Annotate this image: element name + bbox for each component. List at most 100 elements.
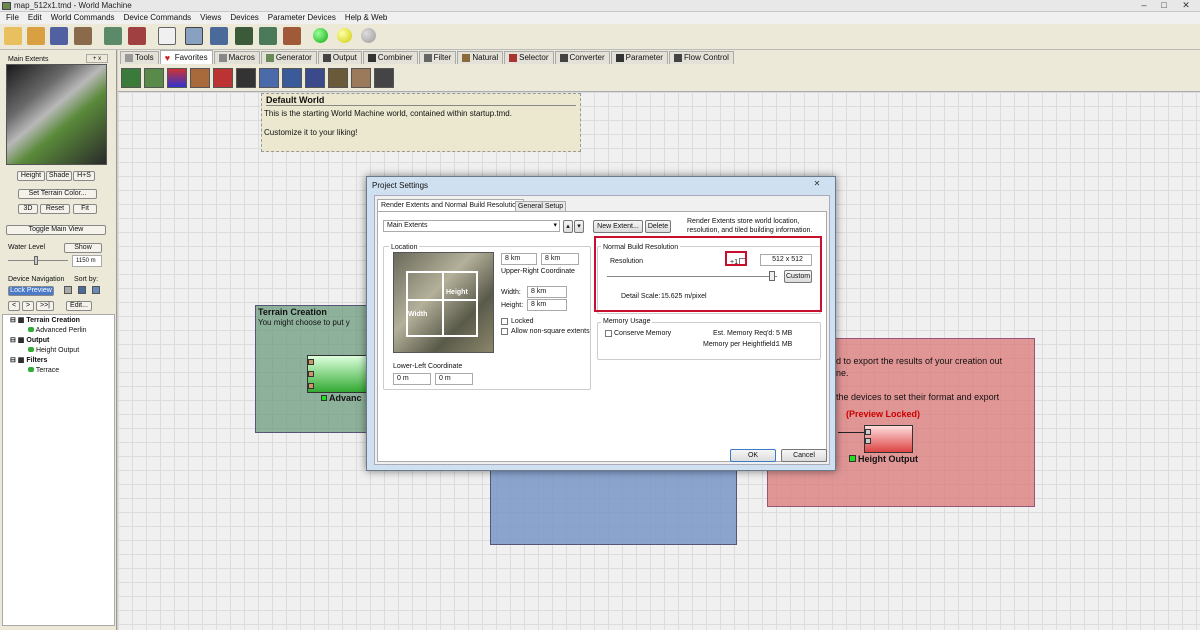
device-icon[interactable] [167,68,187,88]
slider-thumb[interactable] [34,256,38,265]
device-icon[interactable] [282,68,302,88]
upper-right-y[interactable]: 8 km [541,253,579,265]
nav-last-button[interactable]: >>| [36,301,54,311]
fit-button[interactable]: Fit [73,204,97,214]
tree-group-output[interactable]: ⊟ ▦ Output [2,336,114,346]
menu-device-commands[interactable]: Device Commands [124,12,192,24]
menu-file[interactable]: File [6,12,19,24]
sort-type-icon[interactable] [78,286,86,294]
node-port[interactable] [308,359,314,365]
new-file-icon[interactable] [4,27,22,45]
tab-filter[interactable]: Filter [418,51,457,64]
3d-button[interactable]: 3D [18,204,38,214]
build-yellow-icon[interactable] [337,28,352,43]
extent-up-button[interactable]: ▴ [563,220,573,233]
tab-macros[interactable]: Macros [213,51,260,64]
3d-view-icon[interactable] [259,27,277,45]
tree-item-advanced-perlin[interactable]: Advanced Perlin [2,326,114,336]
height-field[interactable]: 8 km [527,299,567,311]
water-level-slider[interactable] [8,260,68,261]
extent-down-button[interactable]: ▾ [574,220,584,233]
advanced-perlin-node[interactable] [307,355,375,393]
menu-devices[interactable]: Devices [230,12,258,24]
dice-icon[interactable] [158,27,176,45]
height-output-node[interactable] [864,425,913,453]
extent-dropdown[interactable]: Main Extents ▾ [383,220,560,232]
new-extent-button[interactable]: New Extent... [593,220,643,233]
wizard-icon[interactable] [74,27,92,45]
height-button[interactable]: Height [17,171,45,181]
device-icon[interactable] [121,68,141,88]
terrain-view-icon[interactable] [104,27,122,45]
shade-button[interactable]: Shade [46,171,72,181]
location-map[interactable]: Width Height [393,252,494,353]
hs-button[interactable]: H+S [73,171,95,181]
show-button[interactable]: Show [64,243,102,253]
node-port[interactable] [865,429,871,435]
close-icon[interactable]: ✕ [1178,0,1194,11]
minimize-icon[interactable]: – [1136,0,1152,11]
default-world-note[interactable]: Default World This is the starting World… [261,93,581,152]
maximize-icon[interactable]: □ [1156,0,1172,11]
texture-view-icon[interactable] [283,27,301,45]
device-icon[interactable] [259,68,279,88]
tab-generator[interactable]: Generator [260,51,317,64]
terrain-preview[interactable] [6,64,107,165]
device-icon[interactable] [190,68,210,88]
tab-general-setup[interactable]: General Setup [515,201,567,211]
save-icon[interactable] [50,27,68,45]
device-icon[interactable] [236,68,256,88]
device-icon[interactable] [328,68,348,88]
width-field[interactable]: 8 km [527,286,567,298]
lower-left-x[interactable]: 0 m [393,373,431,385]
device-icon[interactable] [305,68,325,88]
nonsquare-checkbox[interactable] [501,328,508,335]
node-port[interactable] [308,383,314,389]
tab-parameter[interactable]: Parameter [610,51,668,64]
device-icon[interactable] [213,68,233,88]
device-icon[interactable] [351,68,371,88]
delete-button[interactable]: Delete [645,220,671,233]
locked-checkbox[interactable] [501,318,508,325]
sort-name-icon[interactable] [64,286,72,294]
lock-preview-button[interactable]: Lock Preview [8,286,54,296]
menu-parameter-devices[interactable]: Parameter Devices [268,12,336,24]
tab-favorites[interactable]: ♥ Favorites [159,50,213,64]
tab-converter[interactable]: Converter [554,51,610,64]
menu-edit[interactable]: Edit [28,12,42,24]
output-group-box[interactable] [490,470,737,545]
menu-world-commands[interactable]: World Commands [51,12,115,24]
device-icon[interactable] [374,68,394,88]
dialog-close-icon[interactable]: ✕ [805,179,829,189]
node-port[interactable] [865,438,871,444]
ok-button[interactable]: OK [730,449,776,462]
edit-button[interactable]: Edit... [66,301,92,311]
water-level-value[interactable]: 1150 m [72,255,102,267]
cancel-button[interactable]: Cancel [781,449,827,462]
nav-prev-button[interactable]: < [8,301,20,311]
tab-combiner[interactable]: Combiner [362,51,418,64]
reset-button[interactable]: Reset [40,204,70,214]
conserve-memory-checkbox[interactable] [605,330,612,337]
open-folder-icon[interactable] [27,27,45,45]
tab-output[interactable]: Output [317,51,362,64]
tab-natural[interactable]: Natural [457,51,504,64]
build-stop-icon[interactable] [361,28,376,43]
tree-group-terrain-creation[interactable]: ⊟ ▦ Terrain Creation [2,316,114,326]
panel-controls[interactable]: + x [86,54,108,63]
menu-views[interactable]: Views [200,12,221,24]
toggle-main-view-button[interactable]: Toggle Main View [6,225,106,235]
device-icon[interactable] [144,68,164,88]
tab-selector[interactable]: Selector [504,51,554,64]
node-port[interactable] [308,371,314,377]
tab-render-extents[interactable]: Render Extents and Normal Build Resoluti… [377,199,524,211]
sort-order-icon[interactable] [92,286,100,294]
tree-item-height-output[interactable]: Height Output [2,346,114,356]
lower-left-y[interactable]: 0 m [435,373,473,385]
build-green-icon[interactable] [313,28,328,43]
nav-next-button[interactable]: > [22,301,34,311]
tab-tools[interactable]: Tools [120,51,159,64]
tree-item-terrace[interactable]: Terrace [2,366,114,376]
tree-group-filters[interactable]: ⊟ ▦ Filters [2,356,114,366]
layout-view-icon[interactable] [210,27,228,45]
